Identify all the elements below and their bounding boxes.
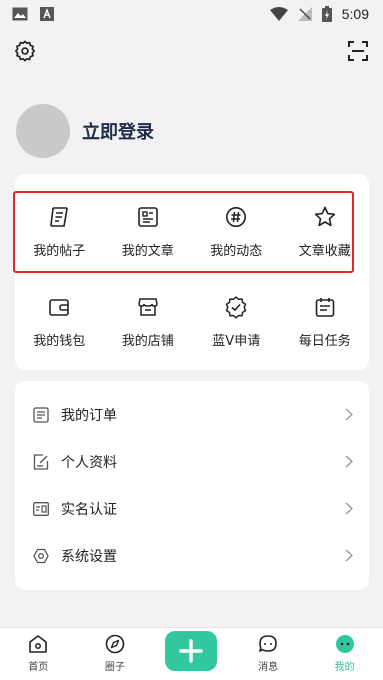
grid-item-blue-v-apply[interactable]: 蓝V申请 (192, 284, 281, 364)
gear-icon[interactable] (14, 40, 36, 62)
chevron-right-icon (345, 502, 353, 515)
profile-face-icon (335, 635, 354, 653)
wifi-icon (269, 7, 288, 21)
menu-item-label: 系统设置 (61, 548, 117, 565)
text-notification-icon (40, 7, 54, 21)
chevron-right-icon (345, 408, 353, 421)
tab-label: 消息 (258, 662, 279, 673)
menu-item-label: 我的订单 (61, 407, 117, 424)
tab-label: 我的 (334, 662, 355, 673)
battery-charging-icon (321, 6, 332, 22)
grid-item-article-favorites[interactable]: 文章收藏 (281, 194, 370, 274)
tab-mine[interactable]: 我的 (306, 628, 383, 680)
calendar-task-icon (312, 294, 338, 320)
wallet-icon (46, 294, 72, 320)
grid-label: 我的帖子 (33, 244, 86, 259)
plus-icon (179, 639, 203, 663)
grid-item-daily-tasks[interactable]: 每日任务 (281, 284, 370, 364)
hashtag-icon (223, 204, 249, 230)
verified-badge-icon (223, 294, 249, 320)
star-icon (312, 204, 338, 230)
article-icon (135, 204, 161, 230)
chevron-right-icon (345, 455, 353, 468)
grid-item-my-shop[interactable]: 我的店铺 (104, 284, 193, 364)
grid-item-my-wallet[interactable]: 我的钱包 (15, 284, 104, 364)
gallery-icon (12, 7, 28, 21)
id-card-icon (33, 501, 49, 517)
grid-item-my-posts[interactable]: 我的帖子 (15, 194, 104, 274)
cellular-off-icon (297, 7, 312, 21)
grid-item-my-moments[interactable]: 我的动态 (192, 194, 281, 274)
post-icon (46, 204, 72, 230)
grid-label: 我的文章 (121, 244, 174, 259)
shortcut-row-1: 我的帖子 我的文章 我的动态 文章收藏 (15, 194, 369, 274)
tab-label: 圈子 (104, 662, 125, 673)
menu-item-personal-info[interactable]: 个人资料 (15, 438, 369, 485)
grid-item-my-articles[interactable]: 我的文章 (104, 194, 193, 274)
grid-label: 蓝V申请 (212, 334, 261, 349)
compass-icon (105, 634, 125, 654)
tab-messages[interactable]: 消息 (230, 628, 307, 680)
grid-label: 每日任务 (298, 334, 351, 349)
tab-add-button[interactable] (165, 631, 217, 671)
menu-item-my-orders[interactable]: 我的订单 (15, 391, 369, 438)
home-icon (29, 635, 48, 653)
menu-item-real-name-auth[interactable]: 实名认证 (15, 485, 369, 532)
grid-label: 我的动态 (210, 244, 263, 259)
menu-list-card: 我的订单 个人资料 实名认证 系统设置 (15, 381, 369, 590)
settings-hexagon-icon (33, 548, 49, 564)
shortcut-grid-card: 我的帖子 我的文章 我的动态 文章收藏 我的钱包 我的店铺 蓝V申请 每日任务 (13, 174, 369, 370)
login-link[interactable]: 立即登录 (82, 118, 154, 144)
order-list-icon (33, 406, 49, 423)
scan-icon[interactable] (347, 40, 369, 62)
message-icon (259, 635, 277, 652)
status-time: 5:09 (341, 6, 369, 22)
menu-item-label: 个人资料 (61, 454, 117, 471)
grid-label: 文章收藏 (298, 244, 351, 259)
chevron-right-icon (345, 549, 353, 562)
grid-label: 我的店铺 (121, 334, 174, 349)
tab-circle[interactable]: 圈子 (77, 628, 154, 680)
shop-icon (135, 294, 161, 320)
shortcut-row-2: 我的钱包 我的店铺 蓝V申请 每日任务 (15, 284, 369, 364)
tab-home[interactable]: 首页 (0, 628, 77, 680)
menu-item-system-settings[interactable]: 系统设置 (15, 532, 369, 579)
status-bar: 5:09 (0, 0, 383, 28)
grid-label: 我的钱包 (33, 334, 86, 349)
tab-label: 首页 (28, 662, 49, 673)
profile-header[interactable]: 立即登录 (16, 104, 154, 158)
menu-item-label: 实名认证 (61, 501, 117, 518)
edit-profile-icon (33, 453, 49, 470)
avatar[interactable] (16, 104, 70, 158)
